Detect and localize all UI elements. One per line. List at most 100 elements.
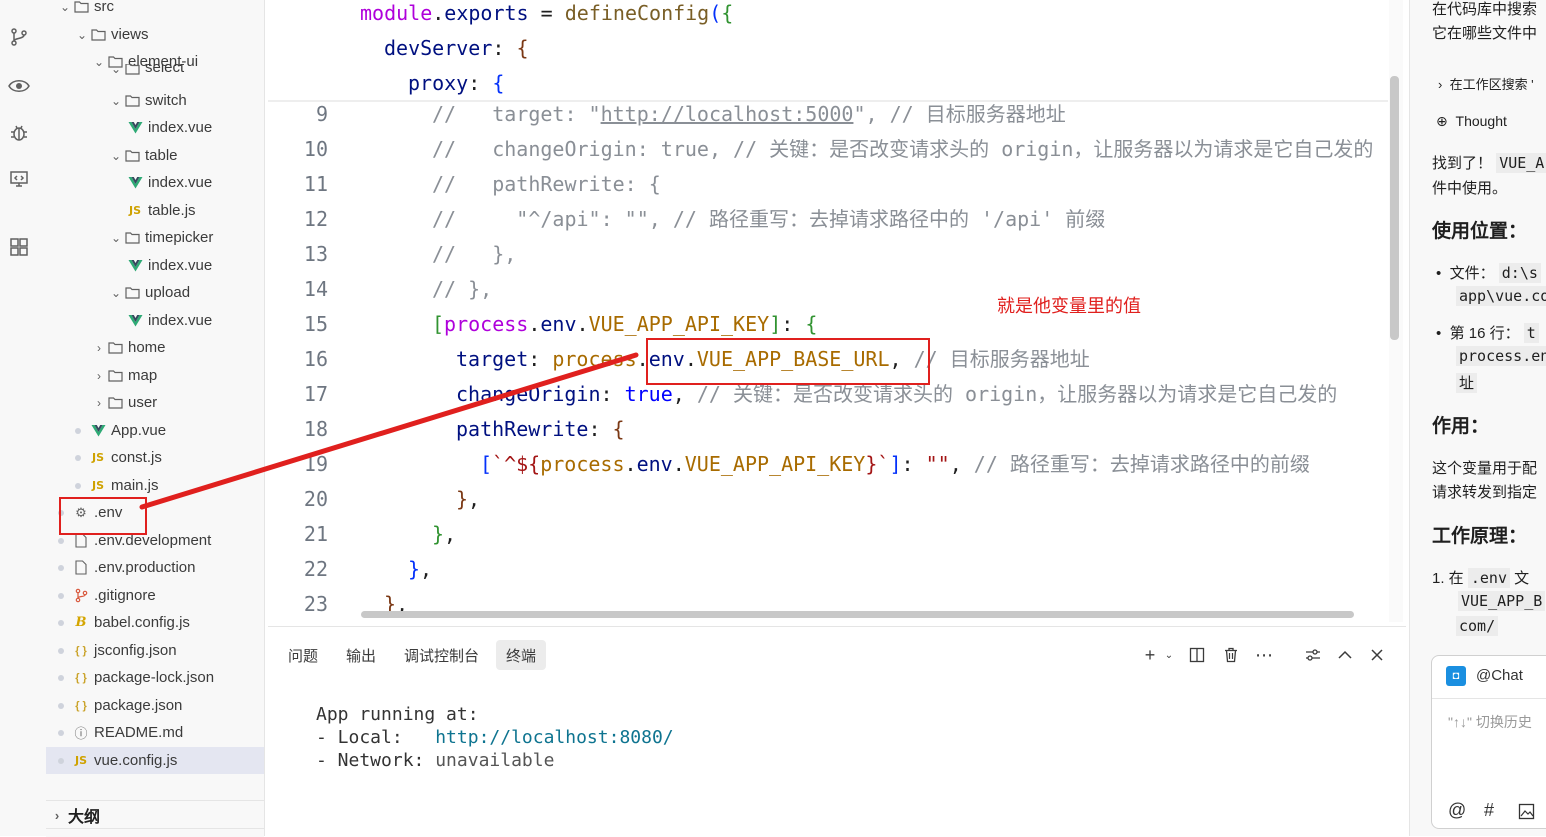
chat-bullet: • 文件： d:\s [1436, 262, 1541, 283]
chevron-down-icon[interactable]: ⌄ [109, 94, 123, 108]
chevron-down-icon[interactable]: ⌄ [109, 231, 123, 245]
tree-file[interactable]: Bbabel.config.js [46, 609, 264, 636]
code-line-22: }, [408, 557, 433, 581]
json-icon: { } [75, 644, 87, 657]
chevron-down-icon[interactable]: ⌄ [75, 28, 89, 42]
tree-folder[interactable]: › home [46, 334, 264, 361]
maximize-panel-icon[interactable] [1334, 644, 1356, 666]
tree-folder[interactable]: ⌄ select [46, 64, 264, 76]
javascript-icon: JS [128, 204, 141, 217]
line-number: 20 [303, 487, 328, 511]
chevron-down-icon[interactable]: ⌄ [109, 64, 123, 76]
tree-file[interactable]: { } package.json [46, 692, 264, 719]
source-control-icon[interactable] [8, 26, 30, 48]
chevron-down-icon[interactable]: ⌄ [109, 286, 123, 300]
tree-file[interactable]: index.vue [46, 252, 264, 279]
list-suffix: 文 [1514, 570, 1530, 587]
trash-icon[interactable] [1220, 644, 1242, 666]
tree-file[interactable]: { } jsconfig.json [46, 637, 264, 664]
tree-folder[interactable]: › user [46, 389, 264, 416]
chat-text: 这个变量用于配 [1432, 460, 1538, 477]
chat-heading: 作用： [1432, 416, 1490, 437]
code-line-9: // target: "http://localhost:5000", // 目… [432, 102, 1066, 126]
extensions-icon[interactable] [8, 236, 30, 258]
tab-debug-console[interactable]: 调试控制台 [394, 640, 489, 670]
search-step[interactable]: › 在工作区搜索 ' [1438, 74, 1534, 93]
tree-item-label: main.js [111, 477, 159, 494]
tree-file[interactable]: .gitignore [46, 582, 264, 609]
tab-output[interactable]: 输出 [336, 640, 386, 670]
chevron-right-icon: › [54, 807, 60, 823]
chevron-down-icon[interactable]: ⌄ [1158, 644, 1180, 666]
run-debug-icon[interactable] [8, 75, 30, 97]
terminal-network-value: unavailable [435, 750, 555, 771]
annotation-text: 就是他变量里的值 [997, 296, 1141, 316]
javascript-icon: JS [91, 479, 104, 492]
tree-file[interactable]: App.vue [46, 417, 264, 444]
annotation-box-env-file [59, 497, 147, 535]
inline-code: t [1523, 323, 1539, 343]
chevron-down-icon[interactable]: ⌄ [109, 149, 123, 163]
tree-file[interactable]: { } package-lock.json [46, 664, 264, 691]
tree-folder[interactable]: ⌄ upload [46, 279, 264, 306]
tree-file[interactable]: JS const.js [46, 444, 264, 471]
split-terminal-icon[interactable] [1186, 644, 1208, 666]
chat-input-placeholder[interactable]: "↑↓" 切换历史 [1448, 712, 1532, 732]
code-line-14: // }, [432, 277, 493, 301]
tab-problems[interactable]: 问题 [278, 640, 328, 670]
tree-folder[interactable]: ⌄ src [46, 0, 264, 20]
line-number: 15 [303, 312, 328, 336]
tree-file[interactable]: index.vue [46, 169, 264, 196]
tree-folder[interactable]: ⌄ views [46, 21, 264, 48]
close-panel-icon[interactable] [1366, 644, 1388, 666]
tree-file[interactable]: ⓘ README.md [46, 719, 264, 746]
folder-icon [123, 148, 141, 164]
code-editor[interactable]: module.exports = defineConfig({ devServe… [268, 0, 1406, 622]
panel-settings-icon[interactable] [1302, 644, 1324, 666]
json-icon: { } [75, 699, 87, 712]
tree-item-label: README.md [94, 724, 184, 741]
chevron-right-icon[interactable]: › [92, 341, 106, 355]
thought-step[interactable]: ⊕ Thought [1436, 113, 1507, 130]
hash-icon[interactable]: # [1484, 800, 1494, 821]
tree-folder[interactable]: ⌄ table [46, 142, 264, 169]
folder-icon [89, 27, 107, 43]
chevron-right-icon[interactable]: › [92, 369, 106, 383]
tree-item-label: home [128, 339, 166, 356]
bug-icon[interactable] [8, 122, 30, 144]
tree-file[interactable]: .env.production [46, 554, 264, 581]
terminal-line-3: - Network: unavailable [316, 749, 554, 772]
horizontal-scrollbar-thumb[interactable] [361, 611, 1354, 618]
remote-explorer-icon[interactable] [8, 168, 30, 190]
vue-icon [89, 423, 107, 439]
outline-section-header[interactable]: › 大纲 [46, 800, 264, 829]
tree-guide-dot [58, 619, 64, 626]
inline-code: VUE_A [1496, 153, 1546, 173]
found-text: 找到了！ [1432, 155, 1493, 172]
tree-guide-dot [75, 482, 81, 489]
folder-icon [123, 93, 141, 109]
tree-file[interactable]: JS vue.config.js [46, 747, 264, 774]
chat-input-box[interactable]: ◘ @Chat "↑↓" 切换历史 @ # [1431, 655, 1546, 829]
tree-folder[interactable]: ⌄ switch [46, 87, 264, 114]
chat-text: 址 [1456, 372, 1478, 393]
mention-icon[interactable]: @ [1448, 800, 1466, 821]
more-actions-icon[interactable]: ⋯ [1253, 644, 1275, 666]
chevron-down-icon[interactable]: ⌄ [58, 0, 72, 14]
thought-label: Thought [1455, 113, 1507, 129]
tree-file[interactable]: JS main.js [46, 472, 264, 499]
tree-folder[interactable]: › map [46, 362, 264, 389]
tree-item-label: App.vue [111, 422, 167, 439]
tree-file[interactable]: index.vue [46, 114, 264, 141]
tab-terminal[interactable]: 终端 [496, 640, 547, 670]
chevron-right-icon[interactable]: › [92, 396, 106, 410]
chevron-right-icon: › [1438, 77, 1450, 92]
tree-file[interactable]: index.vue [46, 307, 264, 334]
tree-file[interactable]: JS table.js [46, 197, 264, 224]
terminal-local-url[interactable]: http://localhost:8080/ [435, 727, 673, 748]
vertical-scrollbar-thumb[interactable] [1390, 76, 1399, 340]
chat-agent-tag[interactable]: @Chat [1476, 667, 1523, 684]
tree-folder[interactable]: ⌄ timepicker [46, 224, 264, 251]
line-number: 23 [303, 592, 328, 616]
image-attach-icon[interactable] [1518, 803, 1535, 825]
